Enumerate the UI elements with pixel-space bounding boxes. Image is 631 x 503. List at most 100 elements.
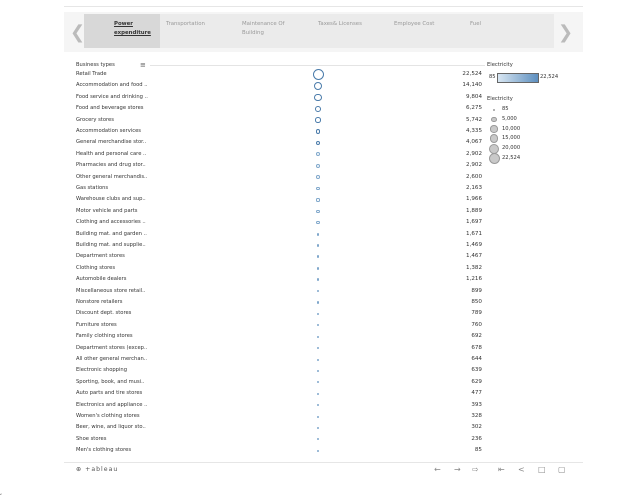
electricity-circle[interactable] — [316, 152, 320, 157]
table-row[interactable]: General merchandise stor.. 4,067 — [76, 137, 486, 148]
table-row[interactable]: Furniture stores 760 — [76, 320, 486, 331]
logo-text: +ableau — [85, 466, 119, 473]
reset-icon[interactable]: ⇤ — [498, 465, 505, 474]
table-row[interactable]: Retail Trade 22,524 — [76, 69, 486, 80]
electricity-circle[interactable] — [316, 278, 320, 281]
electricity-circle[interactable] — [316, 232, 320, 236]
table-row[interactable]: Auto parts and tire stores 477 — [76, 388, 486, 399]
electricity-circle[interactable] — [317, 381, 319, 384]
table-row[interactable]: Miscellaneous store retail.. 899 — [76, 286, 486, 297]
electricity-circle[interactable] — [317, 347, 319, 350]
size-legend-label: 20,000 — [502, 145, 521, 152]
table-row[interactable]: Pharmacies and drug stor.. 2,902 — [76, 160, 486, 171]
table-row[interactable]: Men's clothing stores 85 — [76, 445, 486, 456]
electricity-circle[interactable] — [312, 69, 324, 80]
electricity-circle[interactable] — [317, 426, 319, 429]
electricity-circle[interactable] — [317, 415, 319, 418]
electricity-circle[interactable] — [316, 266, 320, 270]
tab-employee-cost[interactable]: Employee Cost — [388, 14, 464, 48]
table-row[interactable]: Grocery stores 5,742 — [76, 115, 486, 126]
row-label: Women's clothing stores — [76, 413, 140, 419]
share-icon[interactable]: < — [518, 465, 525, 474]
table-row[interactable]: Department stores 1,467 — [76, 251, 486, 262]
tab-taxes-licenses[interactable]: Taxes& Licenses — [312, 14, 388, 48]
electricity-circle[interactable] — [315, 105, 321, 112]
electricity-circle[interactable] — [316, 221, 320, 225]
electricity-circle[interactable] — [317, 358, 319, 361]
undo-icon[interactable]: ← — [434, 465, 441, 474]
electricity-circle[interactable] — [314, 93, 322, 101]
table-row[interactable]: Beer, wine, and liquor sto.. 302 — [76, 422, 486, 433]
table-row[interactable]: Other general merchandis.. 2,600 — [76, 172, 486, 183]
tab-fuel[interactable]: Fuel — [464, 14, 540, 48]
size-legend-circle — [489, 134, 499, 144]
table-row[interactable]: Department stores (excep.. 678 — [76, 343, 486, 354]
electricity-circle[interactable] — [316, 255, 320, 259]
row-value: 644 — [471, 356, 482, 362]
row-label: Department stores — [76, 253, 125, 260]
row-value: 692 — [471, 333, 482, 340]
table-row[interactable]: All other general merchan.. 644 — [76, 354, 486, 365]
redo-icon[interactable]: → — [454, 465, 461, 474]
electricity-circle[interactable] — [316, 324, 319, 327]
table-row[interactable]: Warehouse clubs and sup.. 1,966 — [76, 194, 486, 205]
table-row[interactable]: Clothing and accessories .. 1,697 — [76, 217, 486, 228]
table-row[interactable]: Family clothing stores 692 — [76, 331, 486, 342]
table-row[interactable]: Sporting, book, and musi.. 629 — [76, 377, 486, 388]
row-value: 4,067 — [465, 139, 482, 146]
row-label: Retail Trade — [76, 71, 107, 77]
electricity-circle[interactable] — [316, 186, 320, 191]
electricity-circle[interactable] — [317, 335, 319, 338]
row-value: 1,966 — [465, 196, 482, 203]
row-label: Discount dept. stores — [76, 310, 132, 317]
electricity-circle[interactable] — [316, 163, 320, 168]
table-row[interactable]: Electronic shopping 639 — [76, 365, 486, 376]
electricity-circle[interactable] — [316, 289, 320, 293]
tableau-logo[interactable]: ⊕ +ableau — [76, 466, 118, 473]
comment-icon[interactable]: □ — [538, 465, 546, 474]
table-row[interactable]: Electronics and appliance .. 393 — [76, 400, 486, 411]
table-row[interactable]: Motor vehicle and parts 1,889 — [76, 206, 486, 217]
row-value: 1,382 — [465, 264, 482, 271]
electricity-circle[interactable] — [315, 117, 321, 123]
electricity-circle[interactable] — [316, 301, 320, 304]
table-row[interactable]: Building mat. and garden .. 1,671 — [76, 229, 486, 240]
electricity-circle[interactable] — [315, 129, 321, 134]
table-row[interactable]: Health and personal care .. 2,902 — [76, 149, 486, 160]
electricity-circle[interactable] — [313, 81, 323, 91]
color-legend-min: 85 — [489, 74, 496, 80]
fullscreen-icon[interactable]: ▢ — [558, 465, 566, 474]
table-row[interactable]: Gas stations 2,163 — [76, 183, 486, 194]
table-row[interactable]: Women's clothing stores 328 — [76, 411, 486, 422]
electricity-circle[interactable] — [316, 175, 320, 179]
table-row[interactable]: Accommodation and food .. 14,140 — [76, 80, 486, 91]
table-row[interactable]: Clothing stores 1,382 — [76, 263, 486, 274]
table-row[interactable]: Building mat. and supplie.. 1,469 — [76, 240, 486, 251]
chevron-right-icon[interactable]: ❯ — [558, 22, 573, 43]
electricity-circle[interactable] — [316, 209, 320, 213]
table-row[interactable]: Shoe stores 236 — [76, 434, 486, 445]
chevron-left-icon[interactable]: ❮ — [70, 22, 85, 43]
sort-icon[interactable]: ≡ — [140, 61, 146, 69]
electricity-circle[interactable] — [317, 369, 319, 372]
table-row[interactable]: Nonstore retailers 850 — [76, 297, 486, 308]
electricity-circle[interactable] — [316, 198, 320, 202]
electricity-circle[interactable] — [317, 392, 319, 395]
table-row[interactable]: Accommodation services 4,335 — [76, 126, 486, 137]
electricity-circle[interactable] — [315, 140, 321, 146]
electricity-circle[interactable] — [317, 438, 319, 441]
revert-icon[interactable]: ⇨ — [472, 465, 479, 474]
electricity-circle[interactable] — [316, 312, 320, 315]
electricity-circle[interactable] — [317, 449, 319, 452]
table-row[interactable]: Food service and drinking .. 9,804 — [76, 92, 486, 103]
row-value: 328 — [471, 413, 482, 419]
electricity-circle[interactable] — [316, 244, 320, 247]
table-row[interactable]: Automobile dealers 1,216 — [76, 274, 486, 285]
table-row[interactable]: Food and beverage stores 6,275 — [76, 103, 486, 114]
table-row[interactable]: Discount dept. stores 789 — [76, 308, 486, 319]
tab-transportation[interactable]: Transportation — [160, 14, 236, 48]
tab-power-expenditure[interactable]: Power expenditure — [84, 14, 160, 48]
tab-maintenance-of-building[interactable]: Maintenance Of Building — [236, 14, 312, 48]
row-value: 2,902 — [465, 150, 482, 157]
electricity-circle[interactable] — [317, 404, 319, 407]
